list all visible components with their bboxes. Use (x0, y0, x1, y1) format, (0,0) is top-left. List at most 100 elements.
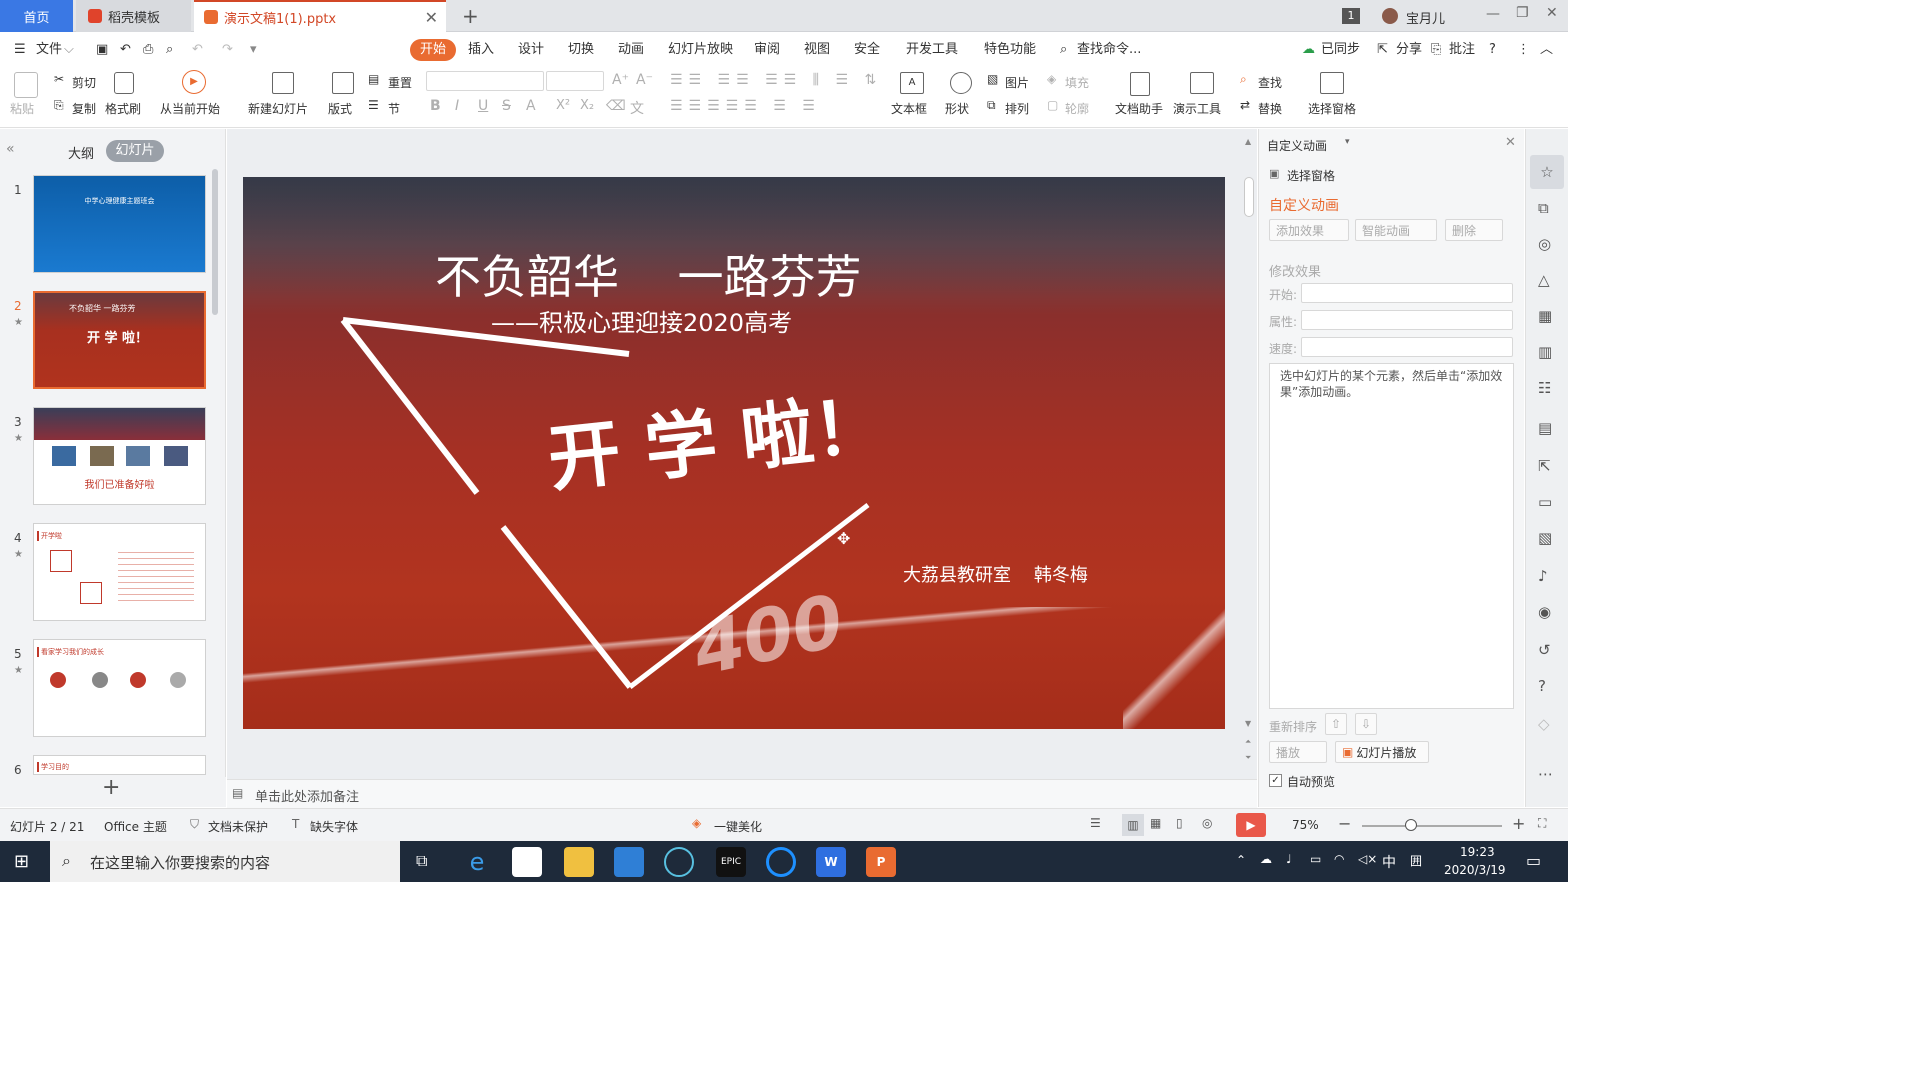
tab-home[interactable]: 首页 (0, 0, 73, 32)
delete-button[interactable]: 删除 (1445, 219, 1503, 241)
font-family-select[interactable] (426, 71, 544, 91)
audio-icon[interactable]: ♪ (1538, 567, 1548, 585)
ime-indicator[interactable]: 中 (1382, 852, 1396, 872)
menu-security[interactable]: 安全 (854, 39, 880, 61)
outline-icon[interactable]: ▢ (1047, 98, 1058, 112)
gallery-icon[interactable]: ▤ (1538, 419, 1552, 437)
slide-subtitle[interactable]: ——积极心理迎接2020高考 (491, 303, 792, 338)
scrollbar-thumb[interactable] (1244, 177, 1254, 217)
restore-icon[interactable]: ❐ (1516, 5, 1529, 21)
section-icon[interactable]: ☰ (368, 98, 379, 112)
ime-mode-icon[interactable]: 囲 (1410, 852, 1422, 869)
shape-button[interactable]: 形状 (945, 100, 969, 117)
slide-thumbnail-4[interactable]: 开学啦 (33, 523, 206, 621)
user-name[interactable]: 宝月儿 (1406, 8, 1445, 27)
copy-button[interactable]: 复制 (72, 100, 96, 117)
menu-devtools[interactable]: 开发工具 (906, 39, 958, 61)
collapse-ribbon-icon[interactable]: ︿ (1540, 39, 1553, 61)
animation-list[interactable]: 选中幻灯片的某个元素，然后单击“添加效果”添加动画。 (1269, 363, 1514, 709)
text-effect-icon[interactable]: 文 (630, 98, 644, 118)
normal-view-icon[interactable]: ▥ (1122, 814, 1144, 836)
slide-author[interactable]: 大荔县教研室 韩冬梅 (903, 561, 1088, 587)
sorter-view-icon[interactable]: ▦ (1150, 816, 1161, 830)
tab-slides[interactable]: 幻灯片 (106, 140, 164, 162)
superscript-icon[interactable]: X² (556, 98, 570, 113)
window-count-badge[interactable]: 1 (1342, 8, 1360, 24)
app-circle-icon[interactable] (664, 847, 694, 877)
presentation-tools-icon[interactable] (1190, 72, 1214, 94)
textbox-icon[interactable]: A (900, 72, 924, 94)
task-view-icon[interactable]: ⧉ (416, 851, 427, 871)
cut-button[interactable]: 剪切 (72, 74, 96, 91)
select-pane-button[interactable]: 选择窗格 (1308, 100, 1356, 117)
copy-icon[interactable]: ⎘ (54, 98, 64, 113)
subscript-icon[interactable]: X₂ (580, 98, 594, 113)
design-icon[interactable]: ◎ (1538, 235, 1551, 253)
font-size-select[interactable] (546, 71, 604, 91)
store-icon[interactable] (512, 847, 542, 877)
search-icon[interactable]: ⌕ (1060, 39, 1067, 61)
mic-icon[interactable]: ♩ (1286, 852, 1292, 866)
layout-button[interactable]: 版式 (328, 100, 352, 117)
tab-template[interactable]: 稻壳模板 (76, 0, 191, 32)
play-button[interactable]: 播放 (1269, 741, 1327, 763)
menu-start[interactable]: 开始 (410, 39, 457, 61)
taskbar-search-box[interactable]: ⌕ 在这里输入你要搜索的内容 (50, 841, 400, 882)
cloud-icon[interactable]: ☁ (1260, 852, 1272, 866)
browser-icon[interactable] (766, 847, 796, 877)
move-up-icon[interactable]: ⇧ (1325, 713, 1347, 735)
new-tab-icon[interactable]: + (462, 4, 479, 28)
share-icon[interactable]: ⇱ (1377, 39, 1388, 61)
zoom-slider-handle[interactable] (1405, 819, 1417, 831)
wps-presentation-icon[interactable]: P (866, 847, 896, 877)
help-icon[interactable]: ? (1538, 677, 1546, 695)
settings-icon[interactable]: ☷ (1538, 379, 1551, 397)
collapse-panel-icon[interactable]: « (6, 141, 15, 157)
canvas-scrollbar[interactable]: ▲ ▼ ⏶ ⏷ (1243, 137, 1255, 777)
find-icon[interactable]: ⌕ (1240, 72, 1247, 87)
menu-insert[interactable]: 插入 (468, 39, 494, 61)
new-slide-icon[interactable] (272, 72, 294, 94)
tab-outline[interactable]: 大纲 (68, 143, 94, 162)
format-painter-icon[interactable] (114, 72, 134, 94)
select-pane-icon[interactable] (1320, 72, 1344, 94)
pane-close-icon[interactable]: ✕ (1505, 135, 1516, 150)
current-slide[interactable]: 400 不负韶华 一路芬芳 ——积极心理迎接2020高考 开 学 啦！ 大荔县教… (243, 177, 1225, 729)
more-icon[interactable]: ⋯ (1538, 765, 1553, 783)
slide-thumbnail-3[interactable]: 我们已准备好啦 (33, 407, 206, 505)
print-preview-icon[interactable]: ⌕ (166, 39, 173, 61)
layout-icon[interactable] (332, 72, 354, 94)
property-select[interactable] (1301, 310, 1513, 330)
window-close-icon[interactable]: ✕ (1546, 5, 1558, 21)
wifi-icon[interactable]: ◠ (1334, 852, 1344, 866)
textbox-button[interactable]: 文本框 (891, 100, 927, 117)
share-button[interactable]: 分享 (1396, 39, 1422, 61)
smart-animation-button[interactable]: 智能动画 (1355, 219, 1437, 241)
zoom-slider[interactable] (1362, 825, 1502, 827)
paste-button[interactable]: 粘贴 (10, 100, 34, 117)
epic-games-icon[interactable]: EPIC (716, 847, 746, 877)
chevron-down-icon[interactable]: ▾ (1345, 137, 1350, 147)
zoom-out-icon[interactable]: − (1338, 814, 1351, 833)
minimize-icon[interactable]: — (1486, 6, 1500, 22)
outline-button[interactable]: 轮廓 (1065, 100, 1089, 117)
replace-button[interactable]: 替换 (1258, 100, 1282, 117)
font-color-icon[interactable]: A (526, 98, 536, 114)
tray-expand-icon[interactable]: ⌃ (1236, 853, 1246, 867)
menu-view[interactable]: 视图 (804, 39, 830, 61)
underline-icon[interactable]: U (478, 98, 488, 114)
zoom-in-icon[interactable]: + (1512, 814, 1525, 833)
fill-icon[interactable]: ◈ (1047, 72, 1056, 86)
zoom-level[interactable]: 75% (1292, 818, 1319, 832)
prev-slide-icon[interactable]: ⏶ (1245, 737, 1251, 747)
clock-date[interactable]: 2020/3/19 (1444, 863, 1506, 877)
doc-assistant-button[interactable]: 文档助手 (1115, 100, 1163, 117)
mail-icon[interactable] (614, 847, 644, 877)
chart-icon[interactable]: ▥ (1538, 343, 1552, 361)
thumbnail-scrollbar[interactable] (212, 169, 218, 315)
clear-format-icon[interactable]: ⌫ (606, 98, 626, 114)
from-current-button[interactable]: 从当前开始 (160, 100, 220, 117)
grow-font-icon[interactable]: A⁺ (612, 72, 629, 88)
presenter-view-icon[interactable]: ◎ (1202, 816, 1212, 830)
start-select[interactable] (1301, 283, 1513, 303)
